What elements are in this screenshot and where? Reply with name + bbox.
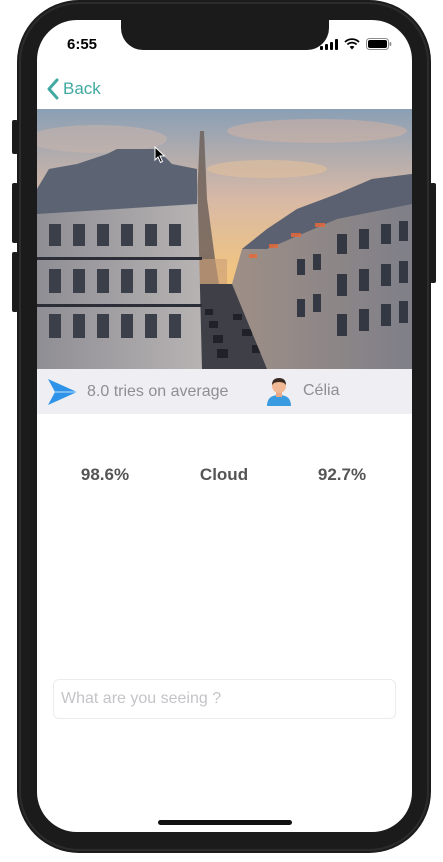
battery-icon <box>366 38 392 50</box>
mouse-cursor-icon <box>154 146 166 164</box>
home-indicator[interactable] <box>158 820 292 825</box>
paper-plane-icon <box>48 379 77 405</box>
power-button <box>430 183 436 283</box>
guess-input[interactable] <box>53 679 396 719</box>
back-label: Back <box>63 79 101 98</box>
volume-up-button <box>12 183 18 243</box>
status-time: 6:55 <box>67 36 98 53</box>
wifi-icon <box>344 38 360 50</box>
chevron-left-icon <box>47 78 59 100</box>
status-icons <box>320 38 392 50</box>
left-score: 98.6% <box>80 465 130 484</box>
average-tries-label: 8.0 tries on average <box>87 382 229 400</box>
phone-screen: 6:55 Back 8.0 tries on average Célia 98.… <box>37 20 412 832</box>
right-score: 92.7% <box>317 465 367 484</box>
cellular-icon <box>320 38 338 50</box>
notch <box>121 20 329 50</box>
back-button[interactable]: Back <box>46 78 101 100</box>
answer-label: Cloud <box>199 465 249 484</box>
mute-switch <box>12 120 18 154</box>
info-bar: 8.0 tries on average Célia <box>37 369 412 414</box>
user-name-label: Célia <box>303 382 340 399</box>
paris-photo <box>37 109 412 369</box>
volume-down-button <box>12 252 18 312</box>
user-avatar-icon <box>267 378 291 406</box>
